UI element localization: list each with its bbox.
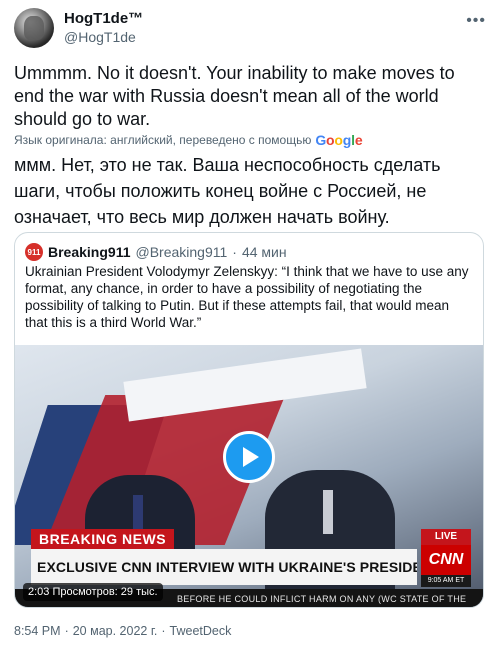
network-time: 9:05 AM ET xyxy=(421,575,471,587)
live-label: LIVE xyxy=(421,529,471,545)
footer-separator: · xyxy=(161,624,166,638)
quoted-time[interactable]: 44 мин xyxy=(242,244,287,260)
breaking-news-label: BREAKING NEWS xyxy=(31,529,175,549)
translation-note-text: Язык оригинала: английский, переведено с… xyxy=(14,133,312,147)
quoted-text: Ukrainian President Volodymyr Zelenskyy:… xyxy=(25,264,469,330)
quoted-separator: · xyxy=(232,244,237,260)
video-player[interactable]: BREAKING NEWS EXCLUSIVE CNN INTERVIEW WI… xyxy=(15,345,483,607)
play-icon[interactable] xyxy=(223,431,275,483)
tweet-footer: 8:54 PM · 20 мар. 2022 г. · TweetDeck xyxy=(14,624,231,638)
translation-note: Язык оригинала: английский, переведено с… xyxy=(14,132,363,148)
quoted-handle[interactable]: @Breaking911 xyxy=(136,244,228,260)
quoted-display-name[interactable]: Breaking911 xyxy=(48,244,131,260)
translated-text: ммм. Нет, это не так. Ваша неспособность… xyxy=(14,155,441,227)
tweet-time[interactable]: 8:54 PM xyxy=(14,624,61,638)
video-stats: 2:03 Просмотров: 29 тыс. xyxy=(23,583,163,601)
tweet-source[interactable]: TweetDeck xyxy=(170,624,232,638)
avatar[interactable] xyxy=(14,8,54,48)
more-horizontal-icon[interactable]: ••• xyxy=(466,12,486,30)
google-logo[interactable]: Google xyxy=(315,132,362,148)
quoted-tweet[interactable]: 911 Breaking911 @Breaking911 · 44 мин Uk… xyxy=(14,232,484,608)
quoted-tweet-header: 911 Breaking911 @Breaking911 · 44 мин xyxy=(25,243,287,261)
cnn-logo: CNN xyxy=(421,545,471,575)
network-badge: LIVE CNN 9:05 AM ET xyxy=(421,529,471,589)
quoted-avatar[interactable]: 911 xyxy=(25,243,43,261)
author-handle[interactable]: @HogT1de xyxy=(64,28,143,46)
tweet-text: Ummmm. No it doesn't. Your inability to … xyxy=(14,63,455,129)
tweet-date[interactable]: 20 мар. 2022 г. xyxy=(73,624,158,638)
video-headline: EXCLUSIVE CNN INTERVIEW WITH UKRAINE'S P… xyxy=(31,549,417,585)
footer-separator: · xyxy=(64,624,69,638)
video-tie xyxy=(323,490,333,534)
author-block[interactable]: HogT1de™ @HogT1de xyxy=(64,10,143,46)
tweet-header: HogT1de™ @HogT1de ••• xyxy=(14,8,486,48)
author-display-name[interactable]: HogT1de™ xyxy=(64,10,143,28)
